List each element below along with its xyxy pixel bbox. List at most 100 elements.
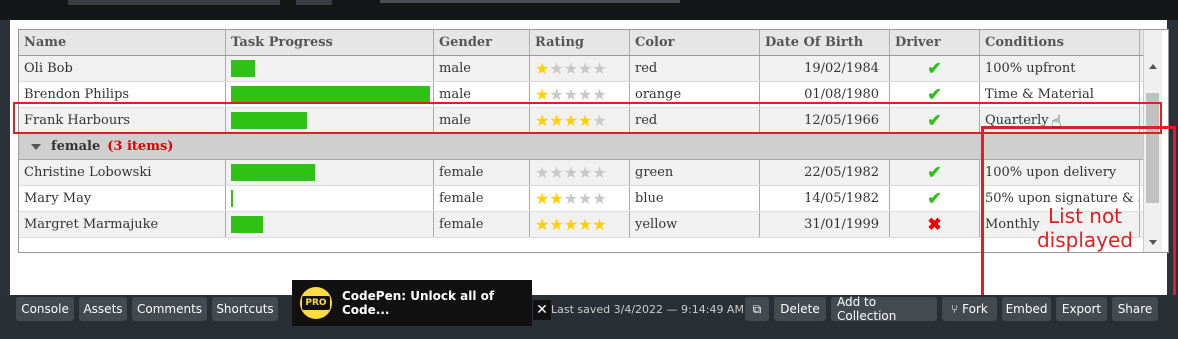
star-filled-icon[interactable]: ★ — [535, 189, 549, 208]
col-header-progress[interactable]: Task Progress — [226, 30, 434, 55]
star-empty-icon[interactable]: ★ — [549, 163, 563, 182]
star-empty-icon[interactable]: ★ — [578, 85, 592, 104]
star-filled-icon[interactable]: ★ — [592, 215, 606, 234]
promo-text[interactable]: CodePen: Unlock all of Code... — [342, 289, 532, 317]
star-empty-icon[interactable]: ★ — [564, 59, 578, 78]
star-empty-icon[interactable]: ★ — [564, 189, 578, 208]
cell-name[interactable]: Christine Lobowski — [19, 160, 226, 185]
star-empty-icon[interactable]: ★ — [578, 163, 592, 182]
star-rating[interactable]: ★★★★★ — [535, 163, 607, 182]
star-rating[interactable]: ★★★★★ — [535, 215, 607, 234]
shortcuts-button[interactable]: Shortcuts — [212, 297, 278, 321]
star-filled-icon[interactable]: ★ — [578, 215, 592, 234]
col-header-conditions[interactable]: Conditions — [980, 30, 1140, 55]
cell-rating[interactable]: ★★★★★ — [530, 56, 630, 81]
fork-button[interactable]: ⑂ Fork — [942, 297, 997, 321]
star-filled-icon[interactable]: ★ — [549, 215, 563, 234]
cell-progress[interactable] — [226, 160, 434, 185]
export-button[interactable]: Export — [1056, 297, 1107, 321]
cell-rating[interactable]: ★★★★★ — [530, 212, 630, 237]
cell-color[interactable]: yellow — [630, 212, 760, 237]
cell-driver[interactable]: ✔ — [890, 56, 980, 81]
star-empty-icon[interactable]: ★ — [564, 85, 578, 104]
cell-progress[interactable] — [226, 56, 434, 81]
cell-color[interactable]: red — [630, 56, 760, 81]
editor-header-text — [380, 0, 680, 3]
cell-progress[interactable] — [226, 212, 434, 237]
cell-rating[interactable]: ★★★★★ — [530, 160, 630, 185]
col-header-color[interactable]: Color — [630, 30, 760, 55]
check-icon: ✔ — [927, 162, 942, 183]
group-header-female[interactable]: female (3 items) — [19, 134, 1143, 160]
cell-color[interactable]: green — [630, 160, 760, 185]
console-button[interactable]: Console — [16, 297, 74, 321]
star-empty-icon[interactable]: ★ — [592, 85, 606, 104]
star-empty-icon[interactable]: ★ — [592, 163, 606, 182]
editor-top-bar — [0, 0, 1178, 20]
star-filled-icon[interactable]: ★ — [564, 215, 578, 234]
comments-button[interactable]: Comments — [132, 297, 207, 321]
close-icon[interactable]: ✕ — [533, 300, 551, 320]
star-empty-icon[interactable]: ★ — [549, 85, 563, 104]
cell-gender[interactable]: female — [434, 212, 530, 237]
table-row[interactable]: Oli Bob male ★★★★★ red 19/02/1984 ✔ 100% upfro… — [19, 56, 1143, 82]
star-rating[interactable]: ★★★★★ — [535, 189, 607, 208]
cell-rating[interactable]: ★★★★★ — [530, 186, 630, 211]
cell-name[interactable]: Oli Bob — [19, 56, 226, 81]
star-empty-icon[interactable]: ★ — [535, 163, 549, 182]
col-header-driver[interactable]: Driver — [890, 30, 980, 55]
open-external-icon[interactable]: ⧉ — [745, 297, 769, 321]
cell-dob[interactable]: 14/05/1982 — [760, 186, 890, 211]
cell-gender[interactable]: female — [434, 160, 530, 185]
col-header-dob[interactable]: Date Of Birth — [760, 30, 890, 55]
editor-tab[interactable] — [68, 0, 280, 5]
star-empty-icon[interactable]: ★ — [578, 59, 592, 78]
last-saved-text: Last saved 3/4/2022 — 9:14:49 AM — [551, 302, 744, 316]
cell-dob[interactable]: 31/01/1999 — [760, 212, 890, 237]
hand-cursor-icon: ☝ — [1051, 112, 1062, 133]
table-row[interactable]: Christine Lobowski female ★★★★★ green 22/05/… — [19, 160, 1143, 186]
star-empty-icon[interactable]: ★ — [592, 59, 606, 78]
star-filled-icon[interactable]: ★ — [535, 59, 549, 78]
cell-name[interactable]: Mary May — [19, 186, 226, 211]
delete-button[interactable]: Delete — [774, 297, 826, 321]
cell-name[interactable]: Margret Marmajuke — [19, 212, 226, 237]
check-icon: ✔ — [927, 188, 942, 209]
caret-down-icon[interactable] — [31, 143, 41, 150]
cell-driver[interactable]: ✖ — [890, 212, 980, 237]
share-button[interactable]: Share — [1112, 297, 1158, 321]
editor-tab-small[interactable] — [296, 0, 332, 5]
add-to-collection-button[interactable]: Add to Collection — [831, 295, 937, 323]
cell-color[interactable]: blue — [630, 186, 760, 211]
cell-gender[interactable]: male — [434, 56, 530, 81]
table-row[interactable]: Margret Marmajuke female ★★★★★ yellow 31/01/… — [19, 212, 1143, 238]
codepen-promo[interactable]: PRO CodePen: Unlock all of Code... — [292, 280, 532, 326]
col-header-gender[interactable]: Gender — [434, 30, 530, 55]
star-empty-icon[interactable]: ★ — [578, 189, 592, 208]
cell-driver[interactable]: ✔ — [890, 160, 980, 185]
star-rating[interactable]: ★★★★★ — [535, 59, 607, 78]
star-rating[interactable]: ★★★★★ — [535, 85, 607, 104]
progress-bar — [231, 60, 255, 77]
star-filled-icon[interactable]: ★ — [549, 189, 563, 208]
group-label: female — [51, 139, 101, 154]
star-filled-icon[interactable]: ★ — [535, 85, 549, 104]
progress-bar — [231, 164, 315, 181]
cell-conditions[interactable]: 100% upfront — [980, 56, 1140, 81]
col-header-name[interactable]: Name — [19, 30, 226, 55]
star-empty-icon[interactable]: ★ — [564, 163, 578, 182]
star-empty-icon[interactable]: ★ — [549, 59, 563, 78]
col-header-rating[interactable]: Rating — [530, 30, 630, 55]
cell-dob[interactable]: 19/02/1984 — [760, 56, 890, 81]
cell-progress[interactable] — [226, 186, 434, 211]
star-filled-icon[interactable]: ★ — [535, 215, 549, 234]
embed-button[interactable]: Embed — [1002, 297, 1051, 321]
scroll-up-icon[interactable] — [1149, 64, 1157, 69]
cell-driver[interactable]: ✔ — [890, 186, 980, 211]
star-empty-icon[interactable]: ★ — [592, 189, 606, 208]
table-row[interactable]: Mary May female ★★★★★ blue 14/05/1982 ✔ 50% up… — [19, 186, 1143, 212]
assets-button[interactable]: Assets — [79, 297, 127, 321]
bottom-toolbar: Console Assets Comments Shortcuts Last s… — [0, 295, 1178, 339]
cell-dob[interactable]: 22/05/1982 — [760, 160, 890, 185]
cell-gender[interactable]: female — [434, 186, 530, 211]
